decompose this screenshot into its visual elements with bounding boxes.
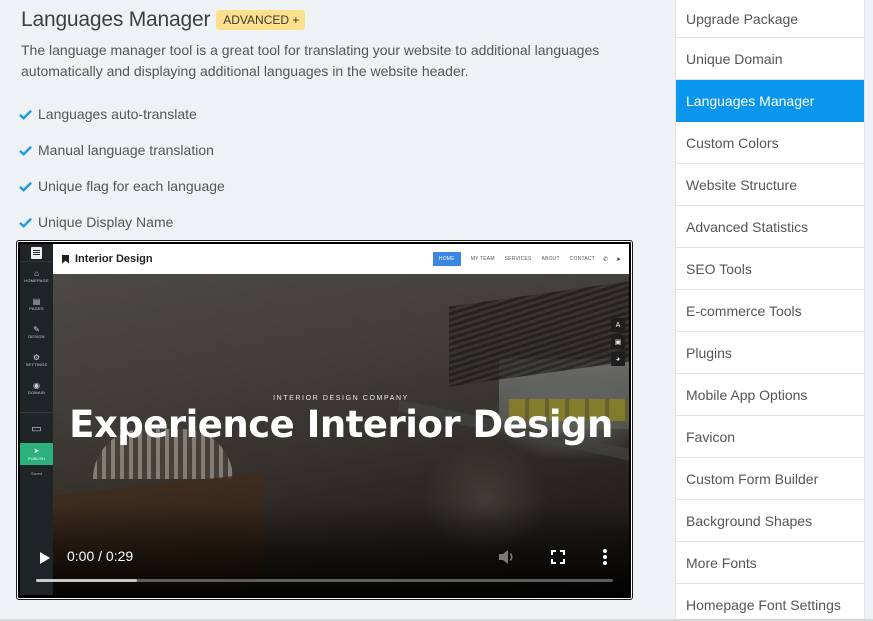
checkmark-icon (19, 181, 32, 192)
publish-label: PUBLISH (27, 455, 46, 461)
settings-icon: ⚙ (32, 352, 41, 362)
sidebar-item-favicon[interactable]: Favicon (676, 416, 864, 458)
editor-item-desktop: ▭ (20, 419, 53, 439)
site-preview-header: Interior Design HOME MY TEAM SERVICES AB… (53, 244, 629, 274)
sidebar-item-more-fonts[interactable]: More Fonts (676, 542, 864, 584)
hero-title: Experience Interior Design (69, 403, 613, 446)
phone-icon: ✆ (602, 256, 608, 263)
site-logo-text: Interior Design (75, 253, 153, 265)
feature-item: Unique Display Name (19, 204, 225, 240)
text-tool-icon: A (611, 318, 625, 332)
image-tool-icon: ▣ (611, 335, 625, 349)
brush-icon: ✎ (33, 324, 40, 334)
title-row: Languages Manager ADVANCED + (21, 8, 306, 32)
features-sidebar: Upgrade Package Unique Domain Languages … (675, 0, 865, 621)
edit-tools: A ▣ ◕ (611, 318, 625, 366)
sidebar-item-upgrade-package[interactable]: Upgrade Package (676, 0, 864, 38)
menu-icon (20, 244, 53, 262)
play-icon[interactable] (40, 552, 50, 564)
editor-item-label: SETTINGS (25, 361, 48, 367)
page-description: The language manager tool is a great too… (21, 42, 600, 79)
feature-list: Languages auto-translate Manual language… (19, 96, 225, 240)
pages-icon: ▤ (32, 296, 41, 306)
feature-label: Languages auto-translate (38, 106, 197, 122)
editor-item-label: DESIGN (28, 333, 45, 339)
megaphone-icon: ➤ (33, 447, 40, 455)
feature-label: Unique Display Name (38, 214, 174, 230)
fullscreen-icon[interactable] (551, 550, 565, 564)
home-icon: ⌂ (34, 268, 39, 278)
site-nav-my-team: MY TEAM (470, 256, 495, 262)
editor-item-label: PAGES (29, 305, 44, 311)
editor-item-design: ✎ DESIGN (20, 318, 53, 346)
checkmark-icon (19, 145, 32, 156)
video-buffered (36, 579, 137, 582)
video-time: 0:00 / 0:29 (67, 548, 134, 564)
globe-icon: ◉ (33, 380, 40, 390)
bookmark-icon (62, 254, 69, 264)
volume-icon[interactable] (498, 549, 516, 565)
sidebar-item-mobile-app-options[interactable]: Mobile App Options (676, 374, 864, 416)
feature-item: Manual language translation (19, 132, 225, 168)
video-controls: 0:00 / 0:29 (20, 525, 629, 595)
plan-badge: ADVANCED + (216, 10, 306, 30)
video-progress-bar[interactable] (36, 579, 613, 582)
editor-item-pages: ▤ PAGES (20, 290, 53, 318)
feature-label: Manual language translation (38, 142, 214, 158)
site-nav-about: ABOUT (541, 256, 560, 262)
site-nav-contact: CONTACT (569, 256, 595, 262)
saved-status: Saved (30, 471, 43, 476)
site-nav: HOME MY TEAM SERVICES ABOUT CONTACT ✆ ➤ (432, 252, 621, 266)
editor-item-settings: ⚙ SETTINGS (20, 346, 53, 374)
site-nav-services: SERVICES (504, 256, 532, 262)
sidebar-list: Upgrade Package Unique Domain Languages … (676, 0, 864, 621)
video-frame[interactable]: ⌂ HOMEPAGE ▤ PAGES ✎ DESIGN ⚙ SETTINGS ◉ (20, 244, 629, 595)
editor-item-homepage: ⌂ HOMEPAGE (20, 262, 53, 290)
sidebar-item-seo-tools[interactable]: SEO Tools (676, 248, 864, 290)
sidebar-item-ecommerce-tools[interactable]: E-commerce Tools (676, 290, 864, 332)
sidebar-item-website-structure[interactable]: Website Structure (676, 164, 864, 206)
sidebar-item-plugins[interactable]: Plugins (676, 332, 864, 374)
checkmark-icon (19, 217, 32, 228)
feature-item: Languages auto-translate (19, 96, 225, 132)
site-nav-home: HOME (432, 252, 461, 266)
editor-publish: ➤ PUBLISH (20, 443, 53, 465)
send-icon: ➤ (615, 256, 621, 263)
hero-tagline: INTERIOR DESIGN COMPANY (273, 395, 409, 402)
editor-item-label: DOMAIN (27, 389, 46, 395)
editor-item-domain: ◉ DOMAIN (20, 374, 53, 402)
main-content: Languages Manager ADVANCED + The languag… (0, 0, 660, 621)
sidebar-item-custom-colors[interactable]: Custom Colors (676, 122, 864, 164)
sidebar-item-languages-manager[interactable]: Languages Manager (676, 80, 864, 122)
sidebar-item-homepage-font-settings[interactable]: Homepage Font Settings (676, 584, 864, 621)
palette-tool-icon: ◕ (611, 352, 625, 366)
sidebar-item-advanced-statistics[interactable]: Advanced Statistics (676, 206, 864, 248)
feature-label: Unique flag for each language (38, 178, 225, 194)
page-title: Languages Manager (21, 8, 211, 31)
more-options-icon[interactable] (602, 549, 608, 565)
demo-video-player[interactable]: ⌂ HOMEPAGE ▤ PAGES ✎ DESIGN ⚙ SETTINGS ◉ (16, 240, 633, 600)
editor-item-label: HOMEPAGE (24, 277, 49, 283)
sidebar-item-unique-domain[interactable]: Unique Domain (676, 38, 864, 80)
desktop-icon: ▭ (31, 422, 42, 435)
checkmark-icon (19, 109, 32, 120)
feature-item: Unique flag for each language (19, 168, 225, 204)
sidebar-item-background-shapes[interactable]: Background Shapes (676, 500, 864, 542)
divider (20, 412, 53, 413)
sidebar-item-custom-form-builder[interactable]: Custom Form Builder (676, 458, 864, 500)
site-logo: Interior Design (62, 253, 153, 265)
